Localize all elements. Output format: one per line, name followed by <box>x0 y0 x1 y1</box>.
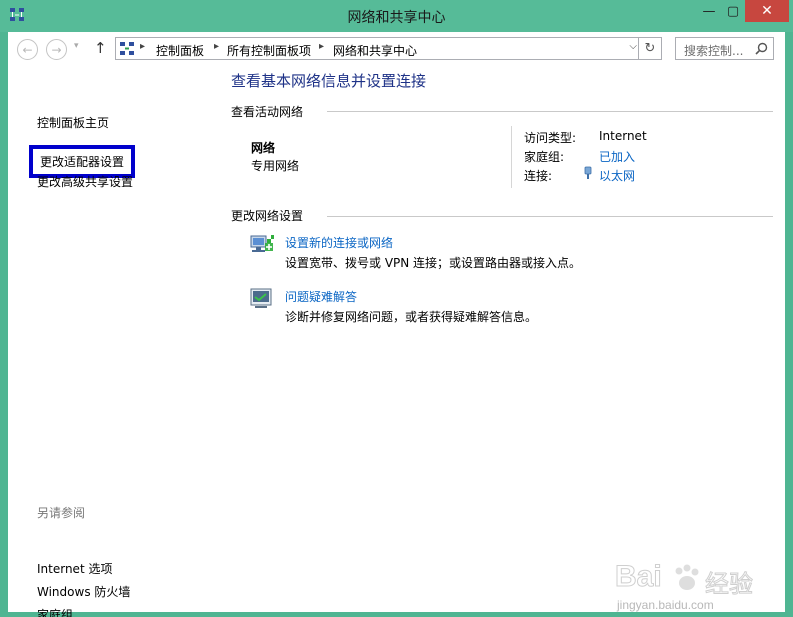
up-button[interactable]: ↑ <box>94 39 107 57</box>
setup-new-connection-description: 设置宽带、拨号或 VPN 连接；或设置路由器或接入点。 <box>285 256 582 270</box>
forward-button[interactable]: → <box>46 39 67 60</box>
sidebar-item-homegroup[interactable]: 家庭组 <box>37 606 73 617</box>
connections-label: 连接: <box>524 169 553 183</box>
refresh-button[interactable]: ↻ <box>638 38 661 59</box>
troubleshoot-problems-link[interactable]: 问题疑难解答 <box>285 288 357 305</box>
sidebar-item-windows-firewall[interactable]: Windows 防火墙 <box>37 583 130 600</box>
breadcrumb-all-items[interactable]: 所有控制面板项 <box>227 42 311 59</box>
setup-new-connection-link[interactable]: 设置新的连接或网络 <box>285 234 393 251</box>
network-name: 网络 <box>251 141 276 155</box>
homegroup-label: 家庭组: <box>524 150 565 164</box>
search-icon[interactable] <box>755 42 768 55</box>
address-dropdown-icon[interactable]: ⌵ <box>629 41 637 52</box>
setup-connection-icon[interactable] <box>249 231 275 257</box>
paw-logo-icon <box>675 564 699 590</box>
network-info-divider <box>511 126 512 188</box>
search-placeholder: 搜索控制... <box>684 44 744 58</box>
sidebar-item-internet-options[interactable]: Internet 选项 <box>37 560 112 577</box>
maximize-button[interactable]: ▢ <box>721 0 745 22</box>
back-button[interactable]: ← <box>17 39 38 60</box>
ethernet-icon[interactable] <box>583 166 593 180</box>
access-type-label: 访问类型: <box>524 131 577 145</box>
main-content: 查看基本网络信息并设置连接 查看活动网络 网络 专用网络 访问类型: Inter… <box>231 66 785 612</box>
close-button[interactable]: ✕ <box>745 0 789 22</box>
title-bar[interactable]: 网络和共享中心 — ▢ ✕ <box>0 0 793 32</box>
breadcrumb-network-center[interactable]: 网络和共享中心 <box>333 42 417 59</box>
watermark-url: jingyan.baidu.com <box>617 598 714 612</box>
section-divider <box>327 216 773 217</box>
control-panel-icon <box>120 42 134 55</box>
search-input[interactable]: 搜索控制... <box>675 37 774 60</box>
troubleshoot-icon[interactable] <box>249 285 275 311</box>
window-title: 网络和共享中心 <box>347 10 446 26</box>
recent-locations-chevron-icon[interactable]: ▾ <box>74 41 79 51</box>
network-category: 专用网络 <box>251 159 300 173</box>
page-title: 查看基本网络信息并设置连接 <box>231 72 427 90</box>
breadcrumb-separator-icon[interactable]: ▸ <box>214 41 219 52</box>
baidu-jingyan-watermark: Bai 经验 jingyan.baidu.com <box>615 560 765 616</box>
breadcrumb-control-panel[interactable]: 控制面板 <box>156 42 204 59</box>
change-settings-heading: 更改网络设置 <box>231 209 304 223</box>
active-networks-heading: 查看活动网络 <box>231 105 304 119</box>
breadcrumb-separator-icon[interactable]: ▸ <box>140 41 145 52</box>
see-also-heading: 另请参阅 <box>37 506 86 520</box>
section-divider <box>327 111 773 112</box>
troubleshoot-problems-description: 诊断并修复网络问题，或者获得疑难解答信息。 <box>285 310 538 324</box>
explorer-window: ← → ▾ ↑ ▸ 控制面板 ▸ 所有控制面板项 ▸ 网络和共享中心 ⌵ ↻ 搜… <box>8 32 785 617</box>
address-bar[interactable]: ▸ 控制面板 ▸ 所有控制面板项 ▸ 网络和共享中心 ⌵ ↻ <box>115 37 662 60</box>
sidebar-item-control-panel-home[interactable]: 控制面板主页 <box>37 114 109 131</box>
minimize-button[interactable]: — <box>697 0 721 22</box>
navigation-bar: ← → ▾ ↑ ▸ 控制面板 ▸ 所有控制面板项 ▸ 网络和共享中心 ⌵ ↻ 搜… <box>8 32 785 66</box>
sidebar-item-change-advanced-sharing[interactable]: 更改高级共享设置 <box>37 173 133 190</box>
breadcrumb-separator-icon[interactable]: ▸ <box>319 41 324 52</box>
access-type-value: Internet <box>599 129 647 143</box>
ethernet-connection-link[interactable]: 以太网 <box>599 167 635 184</box>
homegroup-link[interactable]: 已加入 <box>599 148 635 165</box>
watermark-brand: Bai <box>615 560 663 594</box>
sidebar: 控制面板主页 更改适配器设置 更改高级共享设置 另请参阅 Internet 选项… <box>8 66 218 617</box>
watermark-brand-cn: 经验 <box>705 570 754 599</box>
